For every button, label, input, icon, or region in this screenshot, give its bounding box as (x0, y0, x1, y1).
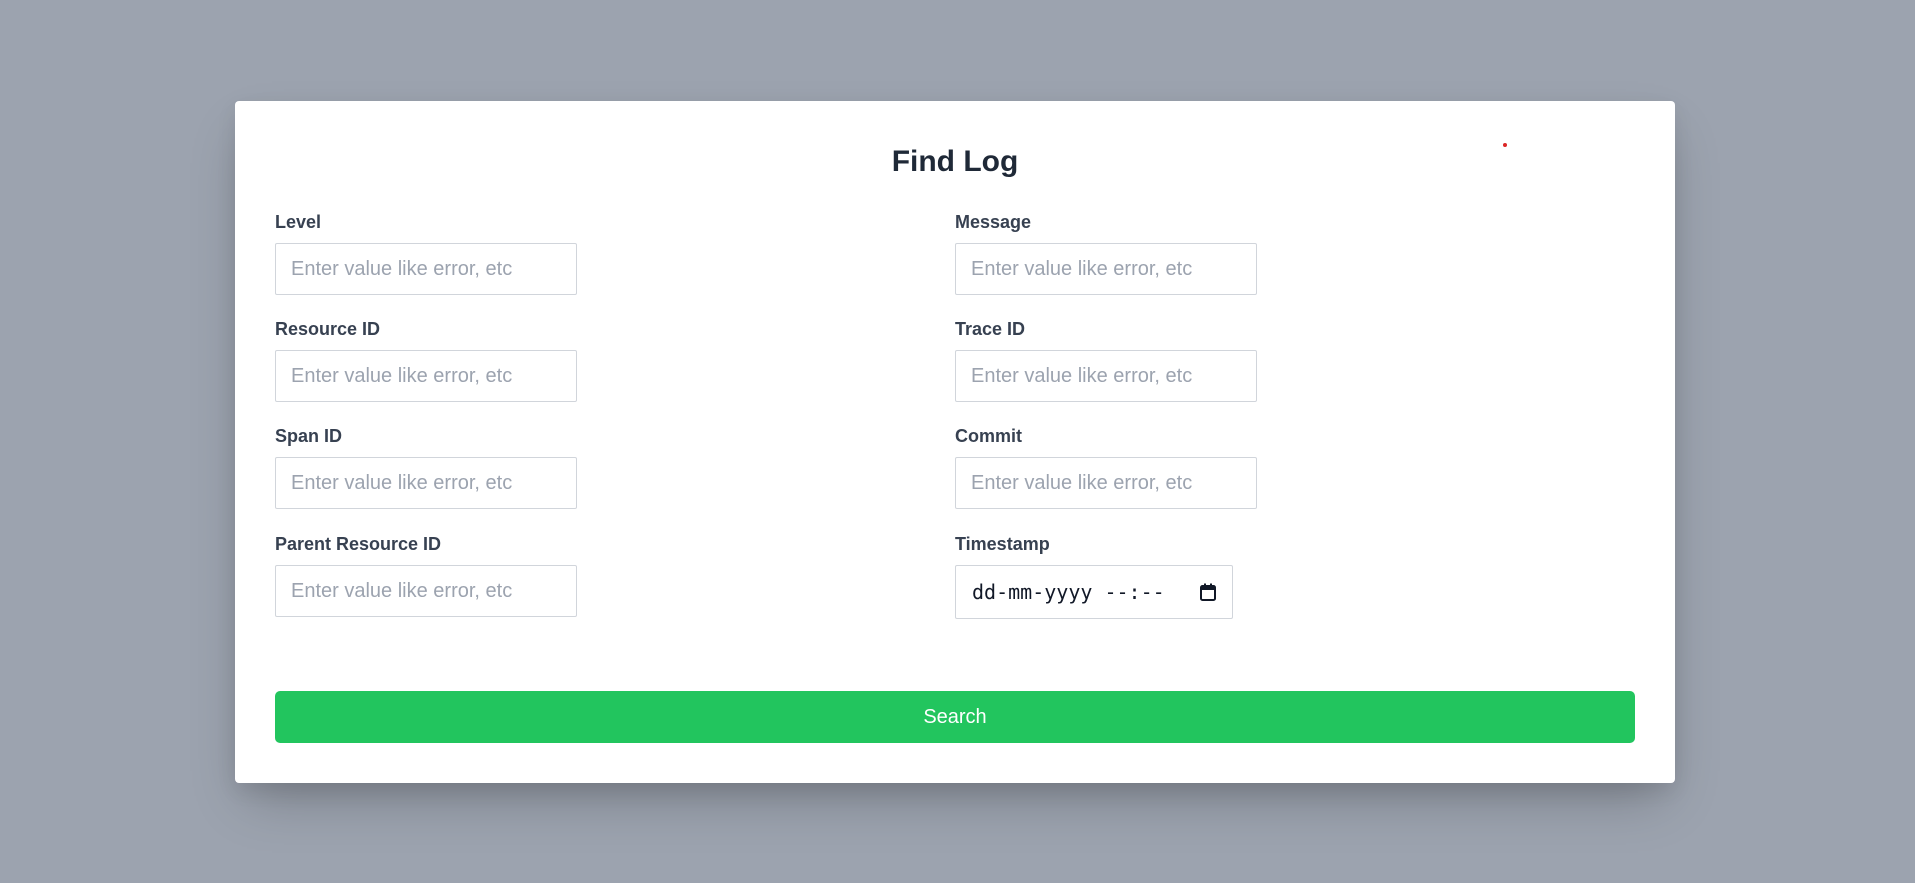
modal-title: Find Log (891, 145, 1019, 178)
span-id-field-group: Span ID (275, 425, 595, 509)
message-input[interactable] (955, 243, 1257, 295)
timestamp-label: Timestamp (955, 534, 1050, 554)
resource-id-input[interactable] (275, 350, 577, 402)
level-label: Level (275, 212, 322, 232)
timestamp-input[interactable]: dd-mm-yyyy --:-- (955, 565, 1233, 619)
message-label: Message (955, 212, 1032, 232)
search-button[interactable]: Search (275, 691, 1635, 743)
parent-resource-id-label: Parent Resource ID (275, 534, 442, 554)
span-id-input[interactable] (275, 457, 577, 509)
indicator-dot (1503, 143, 1507, 147)
resource-id-field-group: Resource ID (275, 318, 595, 402)
parent-resource-id-input[interactable] (275, 565, 577, 617)
timestamp-value: dd-mm-yyyy --:-- (972, 580, 1165, 604)
level-input[interactable] (275, 243, 577, 295)
trace-id-field-group: Trace ID (955, 318, 1275, 402)
trace-id-input[interactable] (955, 350, 1257, 402)
find-log-modal: Find Log Level Message Resource ID Trace… (235, 101, 1675, 783)
span-id-label: Span ID (275, 426, 343, 446)
level-field-group: Level (275, 211, 595, 295)
message-field-group: Message (955, 211, 1275, 295)
commit-input[interactable] (955, 457, 1257, 509)
commit-label: Commit (955, 426, 1022, 446)
calendar-icon[interactable] (1200, 583, 1216, 601)
parent-resource-id-field-group: Parent Resource ID (275, 533, 595, 617)
timestamp-field-group: Timestamp dd-mm-yyyy --:-- (955, 533, 1275, 619)
commit-field-group: Commit (955, 425, 1275, 509)
trace-id-label: Trace ID (955, 319, 1026, 339)
resource-id-label: Resource ID (275, 319, 381, 339)
